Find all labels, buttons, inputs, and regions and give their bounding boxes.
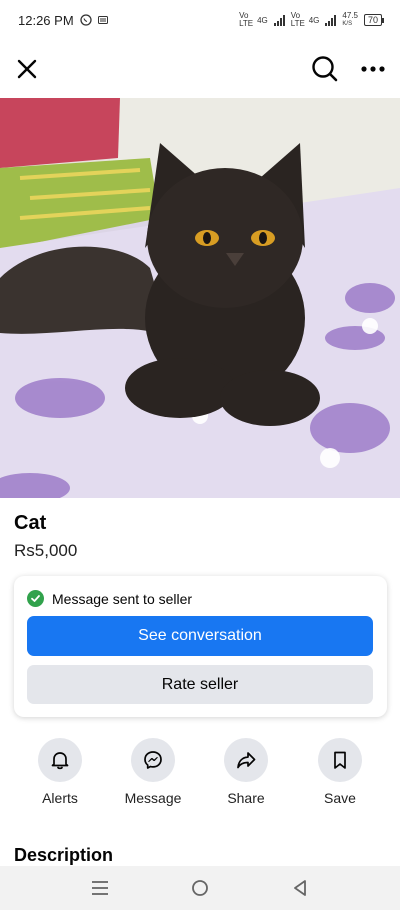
listing-title: Cat [14, 512, 47, 534]
cat-photo[interactable] [0, 98, 400, 498]
alerts-label: Alerts [42, 790, 78, 806]
message-circle [131, 738, 175, 782]
close-button[interactable] [12, 54, 42, 84]
rate-seller-button[interactable]: Rate seller [27, 665, 373, 704]
top-bar [0, 48, 400, 92]
status-right: Vo LTE 4G Vo LTE 4G 47.5 K/S 70 [239, 11, 385, 28]
alerts-button[interactable]: Alerts [20, 738, 100, 806]
message-label: Message [124, 790, 182, 806]
battery-level: 70 [367, 15, 378, 25]
network-speed-value: 47.5 [342, 11, 358, 20]
share-button[interactable]: Share [206, 738, 286, 806]
battery-icon: 70 [363, 14, 385, 26]
description-heading: Description [14, 845, 114, 865]
listing-price: Rs5,000 [14, 541, 78, 560]
message-icon [97, 16, 108, 24]
action-row: Alerts Message Share Save [0, 738, 400, 814]
see-conversation-button[interactable]: See conversation [27, 616, 373, 656]
bookmark-icon [334, 751, 346, 769]
home-button[interactable] [188, 876, 212, 900]
status-time: 12:26 PM [18, 12, 74, 28]
message-button[interactable]: Message [113, 738, 193, 806]
system-nav-bar [0, 866, 400, 910]
status-bar: 12:26 PM Vo LTE 4G Vo LTE 4G 47.5 K/S 70 [0, 0, 400, 40]
more-icon [361, 66, 385, 72]
save-label: Save [324, 790, 356, 806]
cat-photo-illustration [0, 98, 400, 498]
signal-2-icon [325, 14, 337, 26]
messenger-icon [144, 751, 162, 769]
network-1-type: 4G [257, 15, 268, 25]
network-2-type: 4G [308, 15, 320, 25]
more-button[interactable] [358, 54, 388, 84]
message-sent-text: Message sent to seller [52, 590, 193, 607]
check-circle-icon [27, 590, 44, 607]
network-speed: 47.5 K/S [342, 12, 358, 28]
network-speed-unit: K/S [342, 21, 353, 27]
back-button[interactable] [288, 876, 312, 900]
share-label: Share [227, 790, 265, 806]
whatsapp-icon [80, 14, 92, 26]
status-left: 12:26 PM [18, 13, 108, 28]
share-icon [237, 752, 256, 769]
save-circle [318, 738, 362, 782]
recent-apps-button[interactable] [88, 876, 112, 900]
back-icon [294, 880, 306, 896]
bell-icon [51, 752, 69, 770]
search-button[interactable] [308, 52, 342, 86]
menu-icon [92, 881, 108, 895]
network-1-label: Vo LTE [239, 11, 254, 28]
signal-icon [273, 14, 285, 26]
message-sent-status: Message sent to seller [27, 590, 192, 607]
search-icon [312, 56, 338, 82]
message-card: Message sent to seller See conversation … [14, 576, 387, 717]
close-icon [17, 59, 37, 79]
home-icon [192, 880, 208, 896]
network-2-label: Vo LTE [290, 11, 305, 28]
alerts-circle [38, 738, 82, 782]
share-circle [224, 738, 268, 782]
save-button[interactable]: Save [300, 738, 380, 806]
